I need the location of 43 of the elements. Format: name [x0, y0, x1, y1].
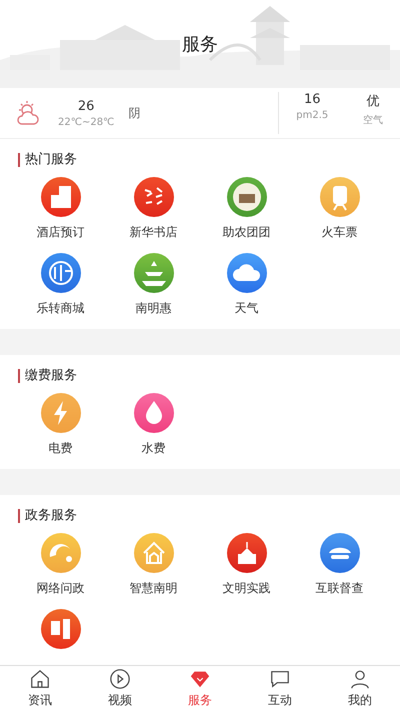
tab[interactable]: 我的	[320, 666, 400, 710]
service-label[interactable]: 互联督查	[316, 580, 364, 597]
service-label[interactable]: 酒店预订	[36, 224, 84, 241]
service-label[interactable]: 天气	[234, 300, 258, 317]
section-title: 热门服务	[18, 153, 400, 167]
service-label[interactable]: 智慧南明	[130, 580, 178, 597]
air-quality-label: 空气	[362, 114, 383, 127]
tab[interactable]: 资讯	[0, 666, 80, 710]
section-title: 政务服务	[18, 509, 400, 523]
service-label[interactable]: 新华书店	[130, 224, 178, 241]
home-icon	[29, 668, 51, 690]
water-drop-icon[interactable]	[134, 393, 174, 433]
service-label[interactable]: 网络问政	[36, 580, 84, 597]
police-cap-icon[interactable]	[320, 533, 360, 573]
chat-icon	[269, 668, 291, 690]
service-label[interactable]: 南明惠	[136, 300, 172, 317]
play-icon	[109, 668, 131, 690]
service-label[interactable]: 助农团团	[222, 224, 270, 241]
tab[interactable]: 服务	[160, 666, 240, 710]
brush-strokes-icon[interactable]	[134, 177, 174, 217]
pm-label: pm2.5	[296, 110, 328, 121]
weather-condition: 阴	[128, 104, 140, 122]
page-title: 服务	[182, 33, 218, 56]
service-label[interactable]: 电费	[48, 440, 72, 457]
logo-icon[interactable]	[40, 609, 80, 649]
tab[interactable]: 互动	[240, 666, 320, 710]
pagoda-icon[interactable]	[134, 253, 174, 293]
badge-emblem-icon[interactable]	[226, 177, 266, 217]
pm-value: 16	[304, 92, 321, 107]
user-icon	[349, 668, 371, 690]
service-label[interactable]: 文明实践	[222, 580, 270, 597]
service-label[interactable]: 火车票	[322, 224, 358, 241]
cloud-icon[interactable]	[226, 253, 266, 293]
circle-logo-icon[interactable]	[40, 253, 80, 293]
temperature: 26	[78, 98, 94, 114]
section-title: 缴费服务	[18, 369, 400, 383]
temperature-range: 22℃~28℃	[58, 116, 114, 128]
air-quality-value: 优	[366, 93, 380, 110]
tab[interactable]: 视频	[80, 666, 160, 710]
service-label[interactable]: 乐转商城	[36, 300, 84, 317]
flag-building-icon[interactable]	[226, 533, 266, 573]
service-label[interactable]: 水费	[142, 440, 166, 457]
building-icon[interactable]	[40, 177, 80, 217]
